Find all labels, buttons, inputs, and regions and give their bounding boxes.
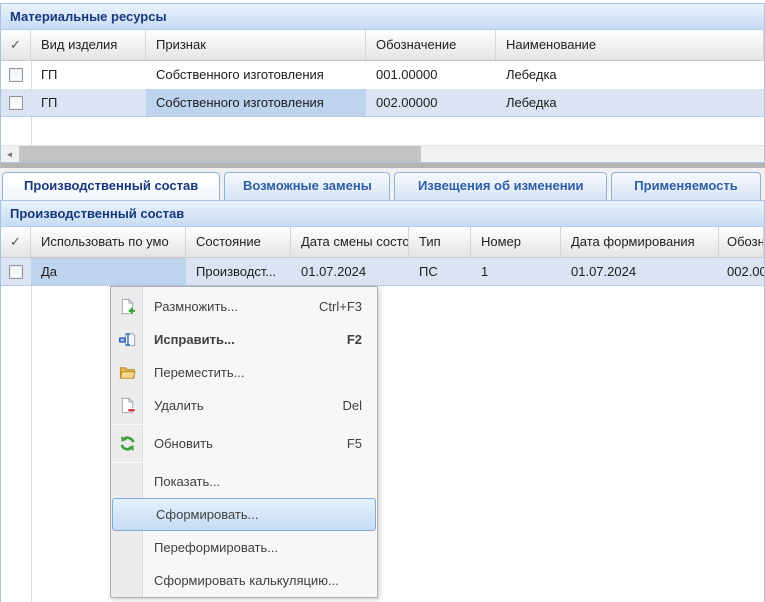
cell-state-change-date[interactable]: 01.07.2024: [291, 258, 409, 285]
cell-designation[interactable]: 001.00000: [366, 61, 496, 89]
menu-item-regenerate[interactable]: Переформировать...: [111, 531, 377, 564]
row-checkbox-cell[interactable]: [1, 89, 31, 116]
material-resources-grid-body: ГП Собственного изготовления 001.00000 Л…: [1, 61, 764, 145]
page-plus-icon: [111, 297, 143, 316]
menu-item-duplicate[interactable]: Размножить... Ctrl+F3: [111, 290, 377, 323]
tab-change-notices[interactable]: Извещения об изменении: [394, 172, 607, 200]
column-header-attribute[interactable]: Признак: [146, 30, 366, 60]
column-header-number[interactable]: Номер: [471, 227, 561, 257]
menu-item-show[interactable]: Показать...: [111, 465, 377, 498]
table-row-selected[interactable]: Да Производст... 01.07.2024 ПС 1 01.07.2…: [1, 258, 764, 286]
scroll-left-arrow-icon: ◄: [6, 150, 14, 159]
rename-icon: [111, 330, 143, 349]
menu-item-label: Сформировать...: [156, 507, 258, 522]
menu-item-label: Удалить: [154, 398, 204, 413]
menu-item-label: Сформировать калькуляцию...: [154, 573, 339, 588]
column-header-type[interactable]: Тип: [409, 227, 471, 257]
menu-item-label: Исправить...: [154, 332, 235, 347]
column-header-state[interactable]: Состояние: [186, 227, 291, 257]
menu-item-refresh[interactable]: Обновить F5: [111, 427, 377, 460]
column-header-designation[interactable]: Обозначение: [366, 30, 496, 60]
cell-number[interactable]: 1: [471, 258, 561, 285]
cell-default-use-focused[interactable]: Да: [31, 258, 186, 285]
cell-formation-date[interactable]: 01.07.2024: [561, 258, 719, 285]
tab-production-structure[interactable]: Производственный состав: [2, 172, 220, 200]
column-header-check[interactable]: ✓: [1, 227, 31, 257]
check-mark-icon: ✓: [10, 30, 21, 60]
menu-item-generate-calculation[interactable]: Сформировать калькуляцию...: [111, 564, 377, 597]
check-mark-icon: ✓: [10, 227, 21, 257]
page-minus-icon: [111, 396, 143, 415]
menu-item-edit[interactable]: Исправить... F2: [111, 323, 377, 356]
production-structure-panel-title: Производственный состав: [1, 201, 764, 227]
menu-separator: [111, 462, 377, 463]
cell-designation[interactable]: 002.00000: [366, 89, 496, 116]
menu-separator: [111, 424, 377, 425]
menu-item-label: Обновить: [154, 436, 213, 451]
tab-applicability[interactable]: Применяемость: [611, 172, 761, 200]
menu-item-shortcut: F2: [347, 332, 362, 347]
row-checkbox-cell[interactable]: [1, 258, 31, 285]
scrollbar-thumb[interactable]: [19, 146, 421, 162]
material-resources-panel: Материальные ресурсы ✓ Вид изделия Призн…: [0, 3, 765, 163]
tab-possible-replacements[interactable]: Возможные замены: [224, 172, 390, 200]
cell-attribute-focused[interactable]: Собственного изготовления: [146, 89, 366, 116]
column-header-designation[interactable]: Обозна: [719, 227, 764, 257]
column-header-check[interactable]: ✓: [1, 30, 31, 60]
tab-strip: Производственный состав Возможные замены…: [0, 168, 765, 200]
column-header-formation-date[interactable]: Дата формирования: [561, 227, 719, 257]
app-window: Материальные ресурсы ✓ Вид изделия Призн…: [0, 0, 765, 602]
column-header-name[interactable]: Наименование: [496, 30, 764, 60]
table-row-selected[interactable]: ГП Собственного изготовления 002.00000 Л…: [1, 89, 764, 117]
menu-item-label: Размножить...: [154, 299, 238, 314]
menu-item-shortcut: F5: [347, 436, 362, 451]
checkbox[interactable]: [9, 68, 23, 82]
menu-item-label: Показать...: [154, 474, 220, 489]
check-column-separator: [31, 258, 32, 602]
cell-name[interactable]: Лебедка: [496, 89, 764, 116]
material-resources-grid-header: ✓ Вид изделия Признак Обозначение Наимен…: [1, 30, 764, 61]
panel-title-text: Производственный состав: [10, 206, 184, 221]
menu-item-generate[interactable]: Сформировать...: [112, 498, 376, 531]
material-resources-panel-title: Материальные ресурсы: [1, 4, 764, 30]
cell-state[interactable]: Производст...: [186, 258, 291, 285]
context-menu: Размножить... Ctrl+F3 Исправить... F2: [110, 286, 378, 598]
checkbox[interactable]: [9, 96, 23, 110]
menu-item-shortcut: Ctrl+F3: [319, 299, 362, 314]
cell-attribute[interactable]: Собственного изготовления: [146, 61, 366, 89]
scroll-left-button[interactable]: ◄: [1, 146, 18, 162]
cell-product-kind[interactable]: ГП: [31, 89, 146, 116]
production-structure-grid-header: ✓ Использовать по умо Состояние Дата сме…: [1, 227, 764, 258]
menu-item-label: Переформировать...: [154, 540, 278, 555]
menu-item-move[interactable]: Переместить...: [111, 356, 377, 389]
row-checkbox-cell[interactable]: [1, 61, 31, 89]
menu-item-delete[interactable]: Удалить Del: [111, 389, 377, 422]
column-header-product-kind[interactable]: Вид изделия: [31, 30, 146, 60]
cell-name[interactable]: Лебедка: [496, 61, 764, 89]
column-header-state-change-date[interactable]: Дата смены состоя: [291, 227, 409, 257]
table-row[interactable]: ГП Собственного изготовления 001.00000 Л…: [1, 61, 764, 89]
panel-title-text: Материальные ресурсы: [10, 9, 167, 24]
horizontal-scrollbar[interactable]: ◄: [1, 145, 764, 162]
checkbox[interactable]: [9, 265, 23, 279]
menu-item-label: Переместить...: [154, 365, 244, 380]
cell-product-kind[interactable]: ГП: [31, 61, 146, 89]
column-header-default-use[interactable]: Использовать по умо: [31, 227, 186, 257]
cell-designation[interactable]: 002.000: [719, 258, 764, 285]
folder-move-icon: [111, 363, 143, 382]
cell-type[interactable]: ПС: [409, 258, 471, 285]
refresh-icon: [111, 434, 143, 453]
menu-item-shortcut: Del: [342, 398, 362, 413]
